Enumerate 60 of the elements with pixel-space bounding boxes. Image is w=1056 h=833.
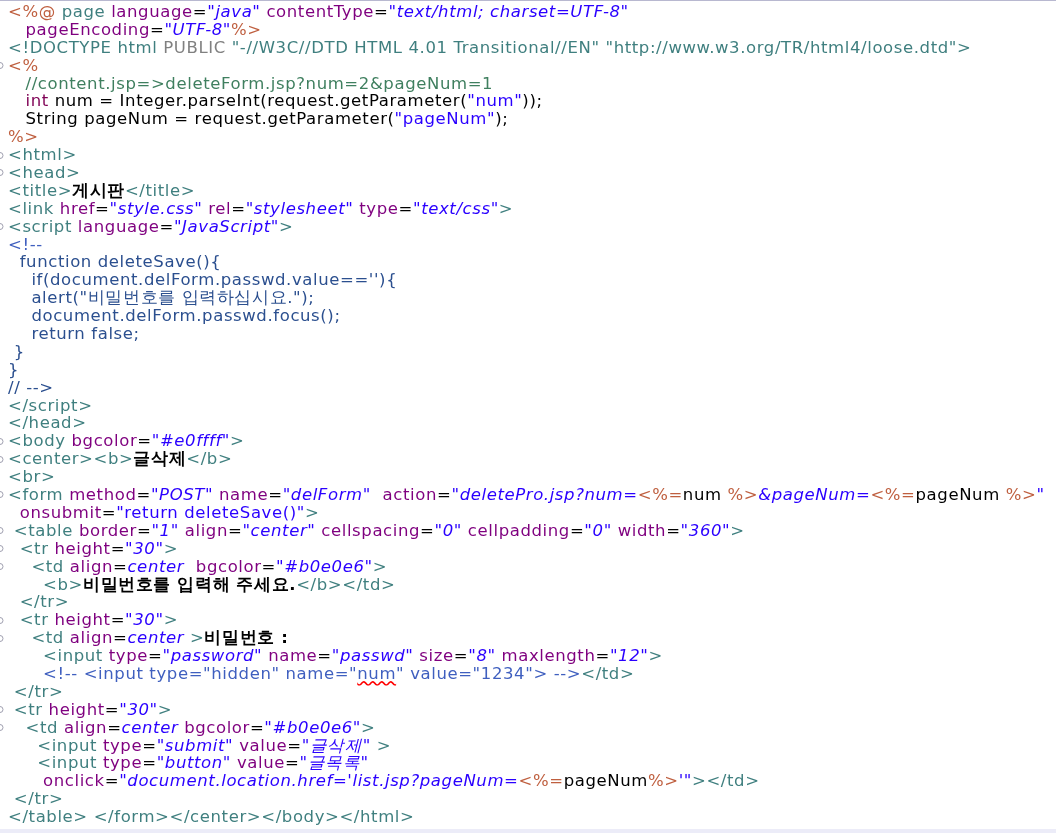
code-line: %> bbox=[8, 128, 39, 147]
code-line: } bbox=[12, 342, 25, 361]
code-line: <form method="POST" name="delForm" action="deletePro.jsp?num=<%=num %>&pageNum=<%=pageNum %>" bbox=[8, 486, 1045, 504]
code-line: </tr> bbox=[12, 682, 64, 701]
code-line: } bbox=[8, 360, 20, 379]
code-line: <title>게시판</title> bbox=[8, 181, 196, 200]
code-line: int num = Integer.parseInt(request.getParameter("num")); bbox=[24, 92, 543, 111]
code-line: <td align=center bgcolor="#b0e0e6"> bbox=[30, 557, 388, 576]
code-line: <br> bbox=[8, 468, 56, 487]
code-line: <table border="1" align="center" cellspacing="0" cellpadding="0" width="360"> bbox=[12, 521, 745, 540]
code-line: <link href="style.css" rel="stylesheet" type="text/css"> bbox=[8, 199, 514, 218]
code-line: onsubmit="return deleteSave()"> bbox=[18, 503, 320, 522]
code-line: <td align=center bgcolor="#b0e0e6"> bbox=[24, 718, 376, 737]
code-line: alert("비밀번호를 입력하십시요."); bbox=[30, 289, 315, 308]
code-line: function deleteSave(){ bbox=[18, 253, 222, 272]
code-line: document.delForm.passwd.focus(); bbox=[30, 307, 341, 326]
fold-toggle-icon[interactable] bbox=[0, 491, 5, 499]
fold-toggle-icon[interactable] bbox=[0, 437, 5, 445]
code-line: <tr height="30"> bbox=[18, 611, 179, 630]
code-line: <center><b>글삭제</b> bbox=[8, 450, 233, 469]
code-line: <tr height="30"> bbox=[18, 539, 179, 558]
fold-toggle-icon[interactable] bbox=[0, 634, 5, 642]
fold-toggle-icon[interactable] bbox=[0, 62, 5, 70]
code-line: </script> bbox=[8, 396, 93, 415]
code-line: onclick="document.location.href='list.jsp?pageNum=<%=pageNum%>'"></td> bbox=[42, 772, 760, 791]
code-line: </table> </form></center></body></html> bbox=[8, 808, 415, 826]
code-line: return false; bbox=[30, 325, 140, 343]
code-line: <tr height="30"> bbox=[12, 700, 173, 719]
fold-toggle-icon[interactable] bbox=[0, 563, 5, 571]
fold-toggle-icon[interactable] bbox=[0, 527, 5, 535]
code-line: <script language="JavaScript"> bbox=[8, 217, 294, 236]
code-line: pageEncoding="UTF-8"%> bbox=[25, 20, 262, 39]
code-line: if(document.delForm.passwd.value==''){ bbox=[30, 271, 398, 290]
code-line: <input type="password" name="passwd" size="8" maxlength="12"> bbox=[42, 647, 663, 665]
fold-toggle-icon[interactable] bbox=[0, 169, 5, 177]
code-line: <body bgcolor="#e0ffff"> bbox=[8, 432, 245, 451]
fold-toggle-icon[interactable] bbox=[0, 706, 5, 714]
code-line: String pageNum = request.getParameter("pageNum"); bbox=[24, 110, 509, 129]
fold-toggle-icon[interactable] bbox=[0, 545, 5, 553]
code-line: <td align=center >비밀번호 : bbox=[30, 629, 289, 648]
fold-toggle-icon[interactable] bbox=[0, 724, 5, 732]
code-line: <%@ page language="java" contentType="text/html; charset=UTF-8" bbox=[8, 3, 629, 21]
code-line: <input type="button" value="글목록" bbox=[36, 754, 369, 773]
code-line: <!DOCTYPE html PUBLIC "-//W3C//DTD HTML 4.01 Transitional//EN" "http://www.w3.org/TR/html4/loose.dtd"> bbox=[8, 38, 972, 57]
code-line: <b>비밀번호를 입력해 주세요.</b></td> bbox=[42, 575, 396, 594]
fold-toggle-icon[interactable] bbox=[0, 616, 5, 624]
code-line: </tr> bbox=[12, 790, 64, 809]
code-line: //content.jsp=>deleteForm.jsp?num=2&pageNum=1 bbox=[24, 74, 494, 93]
code-line: </tr> bbox=[18, 593, 70, 612]
code-line: <!-- <input type="hidden" name="num" value="1234"> --></td> bbox=[42, 664, 635, 683]
code-line: <head> bbox=[8, 164, 81, 182]
fold-toggle-icon[interactable] bbox=[0, 455, 5, 463]
code-line: <html> bbox=[8, 146, 77, 165]
code-line: <% bbox=[8, 56, 39, 75]
code-line: <input type="submit" value="글삭제" > bbox=[36, 736, 392, 755]
code-line: // --> bbox=[8, 378, 54, 397]
fold-toggle-icon[interactable] bbox=[0, 223, 5, 231]
fold-toggle-icon[interactable] bbox=[0, 151, 5, 159]
code-line: </head> bbox=[8, 414, 87, 433]
code-line: <!-- bbox=[8, 235, 43, 254]
